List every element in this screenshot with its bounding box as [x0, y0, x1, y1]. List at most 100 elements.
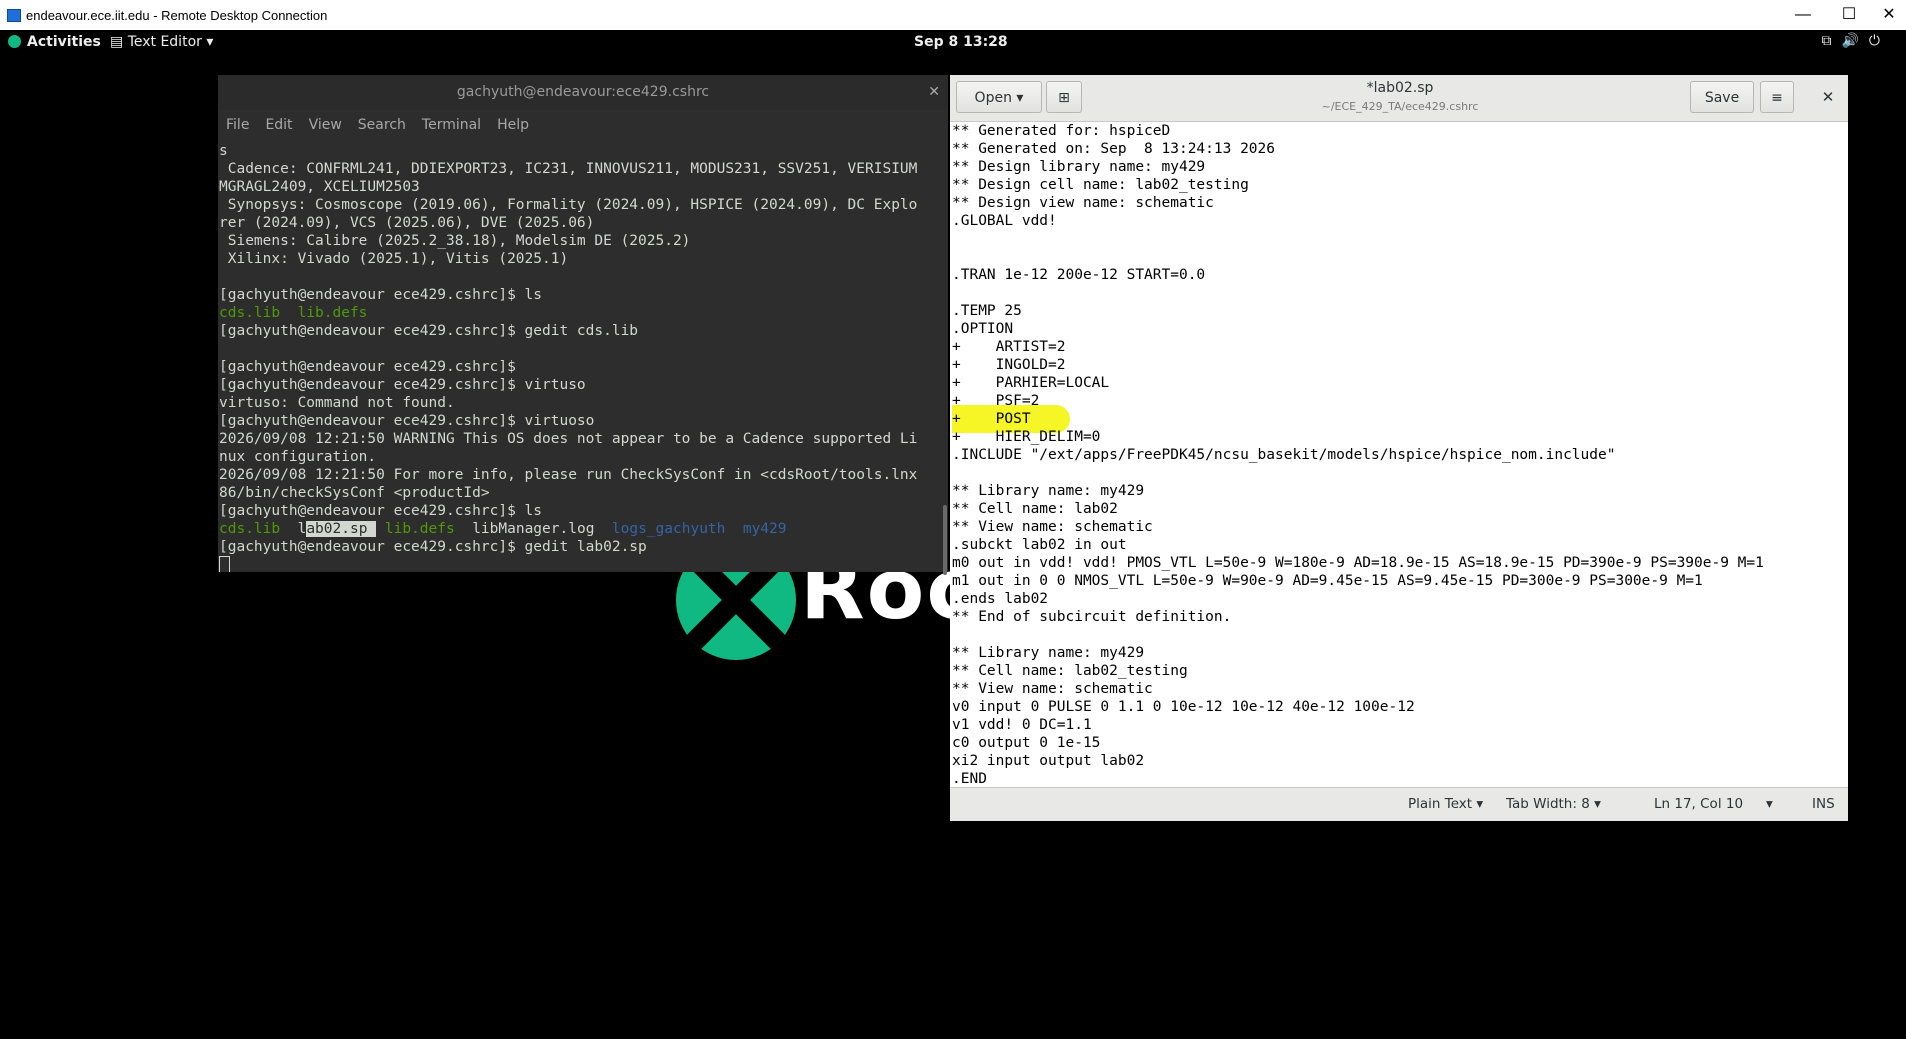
editor-line-text: ** View name: schematic — [952, 519, 1153, 535]
minimize-button[interactable]: — — [1780, 0, 1826, 30]
editor-line-text: .ends lab02 — [952, 591, 1049, 607]
menu-terminal[interactable]: Terminal — [422, 109, 481, 141]
insert-mode[interactable]: INS — [1812, 796, 1835, 812]
editor-line: ** Generated for: hspiceD — [950, 122, 1848, 140]
editor-line-text: ** Cell name: lab02_testing — [952, 663, 1188, 679]
activities-button[interactable]: Activities — [8, 34, 101, 50]
editor-line-text — [952, 249, 961, 265]
menu-search[interactable]: Search — [358, 109, 406, 141]
editor-line-text — [952, 285, 961, 301]
editor-line: m0 out in vdd! vdd! PMOS_VTL L=50e-9 W=1… — [950, 554, 1848, 572]
editor-line-text: ** Generated for: hspiceD — [952, 123, 1171, 139]
chevron-down-icon: ▾ — [1016, 90, 1024, 106]
editor-text-area[interactable]: ** Generated for: hspiceD ** Generated on… — [950, 122, 1848, 787]
editor-line-text: ** End of subcircuit definition. — [952, 609, 1232, 625]
terminal-line: nux configuration. — [219, 449, 377, 465]
gedit-window: Open ▾ ⊞ *lab02.sp ~/ECE_429_TA/ece429.c… — [950, 75, 1848, 821]
save-button[interactable]: Save — [1690, 81, 1754, 113]
editor-line-text: .TEMP 25 — [952, 303, 1022, 319]
remote-desktop-icon — [7, 9, 21, 22]
volume-icon: 🔊 — [1841, 33, 1869, 49]
editor-line: .TEMP 25 — [950, 302, 1848, 320]
menu-help[interactable]: Help — [497, 109, 529, 141]
editor-line-text: .subckt lab02 in out — [952, 537, 1127, 553]
editor-line-text: ** Cell name: lab02 — [952, 501, 1118, 517]
rdp-title-bar: endeavour.ece.iit.edu - Remote Desktop C… — [0, 0, 1906, 30]
editor-line: .INCLUDE "/ext/apps/FreePDK45/ncsu_basek… — [950, 446, 1848, 464]
editor-line-text: v0 input 0 PULSE 0 1.1 0 10e-12 10e-12 4… — [952, 699, 1415, 715]
terminal-line: [gachyuth@endeavour ece429.cshrc]$ ls — [219, 503, 543, 519]
terminal-line: virtuso: Command not found. — [219, 395, 455, 411]
status-bar: Plain Text ▾ Tab Width: 8 ▾ Ln 17, Col 1… — [950, 787, 1848, 821]
terminal-line: Siemens: Calibre (2025.2_38.18), Modelsi… — [219, 233, 691, 249]
terminal-line: [gachyuth@endeavour ece429.cshrc]$ gedit… — [219, 539, 647, 555]
ls-entry: cds.lib — [219, 305, 281, 321]
terminal-output[interactable]: s Cadence: CONFRML241, DDIEXPORT23, IC23… — [219, 142, 941, 572]
editor-line-text: .INCLUDE "/ext/apps/FreePDK45/ncsu_basek… — [952, 447, 1616, 463]
editor-line-text: .TRAN 1e-12 200e-12 START=0.0 — [952, 267, 1206, 283]
terminal-line: [gachyuth@endeavour ece429.cshrc]$ ls — [219, 287, 543, 303]
cursor-position[interactable]: Ln 17, Col 10 — [1654, 796, 1743, 812]
editor-line: v0 input 0 PULSE 0 1.1 0 10e-12 10e-12 4… — [950, 698, 1848, 716]
terminal-title-bar[interactable]: gachyuth@endeavour:ece429.cshrc ✕ — [218, 75, 948, 110]
system-tray[interactable]: ⧉🔊⏻ — [1821, 33, 1890, 49]
editor-line-text — [952, 231, 961, 247]
editor-line-text: v1 vdd! 0 DC=1.1 — [952, 717, 1092, 733]
terminal-line: [gachyuth@endeavour ece429.cshrc]$ virtu… — [219, 377, 586, 393]
menu-view[interactable]: View — [309, 109, 342, 141]
editor-line: v1 vdd! 0 DC=1.1 — [950, 716, 1848, 734]
editor-line-text: ** View name: schematic — [952, 681, 1153, 697]
terminal-line: cds.lib lib.defs — [219, 304, 941, 322]
editor-line-text: .END — [952, 771, 987, 787]
terminal-line: Xilinx: Vivado (2025.1), Vitis (2025.1) — [219, 251, 569, 267]
editor-line: + PSF=2 — [950, 392, 1848, 410]
editor-line: ** Design library name: my429 — [950, 158, 1848, 176]
editor-line: ** Library name: my429 — [950, 644, 1848, 662]
editor-line: ** View name: schematic — [950, 680, 1848, 698]
ls-entry: libManager.log — [472, 521, 595, 537]
ls-entry: l — [297, 521, 307, 537]
ls-entry: lib.defs — [297, 305, 368, 321]
editor-line: + ARTIST=2 — [950, 338, 1848, 356]
editor-line — [950, 230, 1848, 248]
editor-line-text: .GLOBAL vdd! — [952, 213, 1057, 229]
clock[interactable]: Sep 8 13:28 — [914, 34, 1008, 50]
terminal-close-icon[interactable]: ✕ — [928, 75, 940, 109]
terminal-line: rer (2024.09), VCS (2025.06), DVE (2025.… — [219, 215, 595, 231]
terminal-line: MGRAGL2409, XCELIUM2503 — [219, 179, 420, 195]
terminal-line: [gachyuth@endeavour ece429.cshrc]$ gedit… — [219, 323, 639, 339]
editor-line — [950, 248, 1848, 266]
editor-line: + POST — [950, 405, 1848, 433]
terminal-scrollbar[interactable] — [943, 505, 947, 575]
app-menu[interactable]: ▤ Text Editor ▾ — [110, 34, 213, 50]
hamburger-menu-button[interactable]: ≡ — [1760, 81, 1794, 113]
terminal-menu-bar: File Edit View Search Terminal Help — [218, 109, 948, 141]
close-button[interactable]: ✕ — [1866, 0, 1906, 30]
open-button[interactable]: Open ▾ — [956, 81, 1042, 113]
editor-line: .ends lab02 — [950, 590, 1848, 608]
editor-line-text: ** Generated on: Sep 8 13:24:13 2026 — [952, 141, 1276, 157]
language-selector[interactable]: Plain Text ▾ — [1408, 796, 1483, 812]
terminal-window: gachyuth@endeavour:ece429.cshrc ✕ File Ed… — [218, 75, 948, 575]
position-menu[interactable]: ▾ — [1766, 796, 1773, 812]
menu-icon: ≡ — [1771, 90, 1783, 106]
ls-entry: logs_gachyuth — [611, 521, 726, 537]
editor-line-text — [952, 465, 961, 481]
editor-line: + PARHIER=LOCAL — [950, 374, 1848, 392]
new-document-icon: ⊞ — [1058, 90, 1070, 106]
gedit-header-bar: Open ▾ ⊞ *lab02.sp ~/ECE_429_TA/ece429.c… — [950, 75, 1848, 122]
terminal-line: [gachyuth@endeavour ece429.cshrc]$ virtu… — [219, 413, 595, 429]
editor-line-text — [952, 627, 961, 643]
tab-width-selector[interactable]: Tab Width: 8 ▾ — [1506, 796, 1601, 812]
terminal-line: Cadence: CONFRML241, DDIEXPORT23, IC231,… — [219, 161, 918, 177]
editor-line: ** Design cell name: lab02_testing — [950, 176, 1848, 194]
terminal-line: Synopsys: Cosmoscope (2019.06), Formalit… — [219, 197, 918, 213]
gedit-close-icon[interactable]: ✕ — [1814, 83, 1842, 111]
editor-line-text: + INGOLD=2 — [952, 357, 1066, 373]
editor-line: ** Cell name: lab02 — [950, 500, 1848, 518]
power-icon: ⏻ — [1868, 33, 1890, 49]
menu-file[interactable]: File — [226, 109, 249, 141]
editor-line-text: ** Design library name: my429 — [952, 159, 1206, 175]
new-tab-button[interactable]: ⊞ — [1046, 81, 1082, 113]
menu-edit[interactable]: Edit — [265, 109, 292, 141]
